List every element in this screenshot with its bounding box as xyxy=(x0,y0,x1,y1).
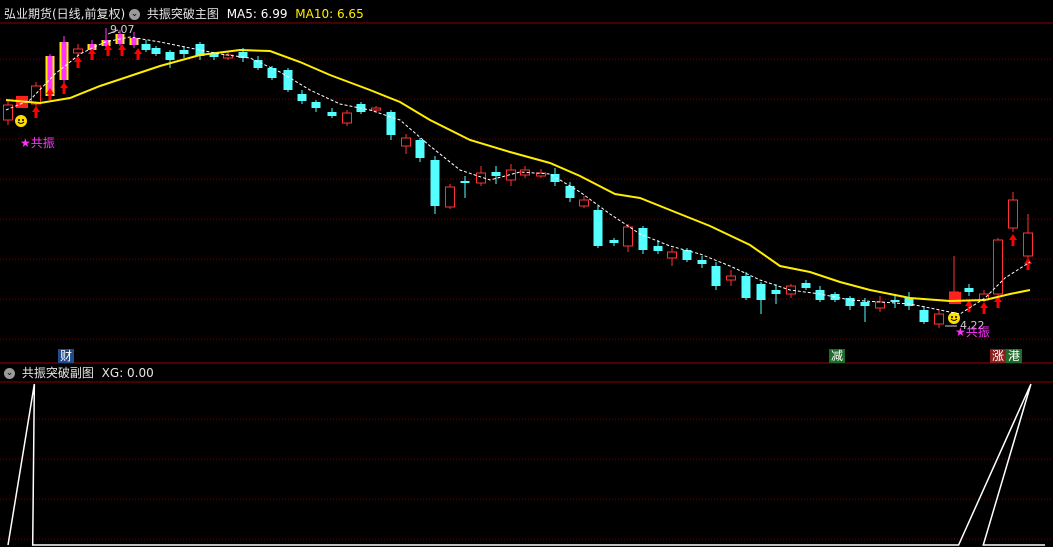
up-arrow-icon xyxy=(980,302,988,314)
collapse-icon[interactable]: ⌄ xyxy=(129,9,141,20)
candle-body-up xyxy=(786,285,796,295)
candle-body-down xyxy=(771,290,781,294)
candle-body-up xyxy=(445,186,455,208)
smiley-eye xyxy=(951,316,953,318)
smiley-eye xyxy=(955,316,957,318)
chart-canvas xyxy=(0,22,1053,546)
candle-body-up xyxy=(623,226,633,247)
smiley-eye xyxy=(18,119,20,121)
ma5-line xyxy=(5,36,1031,315)
candle-body-up xyxy=(934,313,944,325)
xg-line xyxy=(7,383,1045,546)
candle-body-down xyxy=(460,181,470,183)
signal-label-right: ★共振 xyxy=(955,325,990,339)
main-indicator-name[interactable]: 共振突破主图 xyxy=(147,7,219,21)
up-arrow-icon xyxy=(1024,258,1032,270)
candle-body-down xyxy=(711,266,721,286)
candle-body-down xyxy=(964,288,974,292)
candle-body-down xyxy=(697,260,707,264)
candle-body-up xyxy=(342,112,352,124)
signal-bar-core xyxy=(131,38,137,45)
ma10-label: MA10: 6.65 xyxy=(295,7,364,21)
candle-body-up xyxy=(726,275,736,281)
candle-body-down xyxy=(386,112,396,135)
ma10-line xyxy=(5,48,1031,303)
candle-body-up xyxy=(1008,199,1018,229)
candle-body-up xyxy=(371,107,381,111)
candle-body-down xyxy=(297,94,307,101)
candle-body-down xyxy=(179,50,189,54)
candle-body-up xyxy=(579,199,589,207)
event-tag-hk[interactable]: 港 xyxy=(1006,349,1023,363)
candle-body-down xyxy=(919,310,929,322)
candle-body-down xyxy=(890,300,900,302)
candle-body-down xyxy=(845,298,855,306)
sub-header: ⌄ 共振突破副图 XG: 0.00 xyxy=(4,366,154,380)
candle-body-down xyxy=(415,140,425,158)
candle-body-up xyxy=(73,48,83,54)
event-tag-limit-up[interactable]: 涨 xyxy=(990,349,1007,363)
instrument-title: 弘业期货(日线,前复权) xyxy=(4,7,126,21)
ma5-label: MA5: 6.99 xyxy=(226,7,288,21)
candle-body-down xyxy=(430,160,440,206)
event-tag-reduce[interactable]: 减 xyxy=(829,349,846,363)
candle-body-up xyxy=(875,301,885,309)
signal-bar-core xyxy=(61,42,67,80)
signal-label-left: ★共振 xyxy=(20,136,55,150)
event-tag-finance[interactable]: 财 xyxy=(58,349,75,363)
candle-body-down xyxy=(756,284,766,300)
candle-body-up xyxy=(401,137,411,147)
candle-body-up xyxy=(1023,232,1033,257)
up-arrow-icon xyxy=(118,44,126,56)
candle-body-down xyxy=(151,48,161,54)
up-arrow-icon xyxy=(32,106,40,118)
candle-body-up xyxy=(667,251,677,259)
main-header: 弘业期货(日线,前复权) ⌄ 共振突破主图 MA5: 6.99 MA10: 6.… xyxy=(4,7,364,21)
smiley-icon xyxy=(15,115,27,127)
candle-body-down xyxy=(860,302,870,306)
candle-body-down xyxy=(327,112,337,116)
up-arrow-icon xyxy=(1009,234,1017,246)
candle-body-down xyxy=(682,250,692,260)
candle-body-down xyxy=(653,246,663,251)
sub-indicator-name[interactable]: 共振突破副图 xyxy=(22,366,94,380)
candle-body-up xyxy=(993,239,1003,295)
xg-label: XG: 0.00 xyxy=(101,366,154,380)
candle-body-down xyxy=(593,210,603,246)
candle-body-down xyxy=(638,228,648,250)
collapse-icon[interactable]: ⌄ xyxy=(4,368,15,379)
candle-body-down xyxy=(801,283,811,288)
candle-body-down xyxy=(141,44,151,50)
smiley-eye xyxy=(22,119,24,121)
high-price-label: 9.07 xyxy=(110,23,135,36)
up-arrow-icon xyxy=(60,82,68,94)
candle-body-down xyxy=(165,52,175,60)
candle-body-down xyxy=(491,172,501,176)
candle-body-down xyxy=(283,70,293,90)
signal-square xyxy=(949,292,961,304)
candle-body-up xyxy=(31,85,41,105)
candle-body-down xyxy=(741,276,751,298)
candle-body-down xyxy=(609,240,619,243)
candle-body-down xyxy=(311,102,321,108)
up-arrow-icon xyxy=(134,48,142,60)
candle-body-up xyxy=(3,104,13,121)
